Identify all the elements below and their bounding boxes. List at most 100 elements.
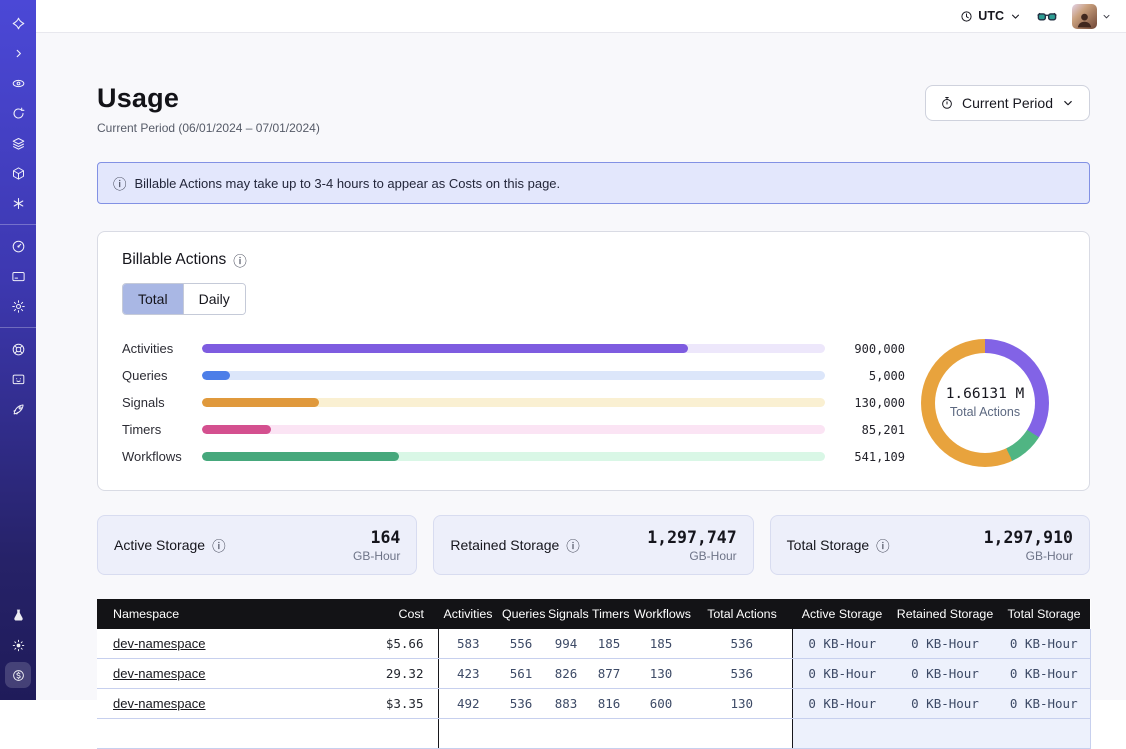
rocket-icon bbox=[11, 402, 26, 417]
sidebar-item-layers[interactable] bbox=[5, 130, 31, 156]
storage-unit: GB-Hour bbox=[353, 549, 400, 563]
sidebar-item-schedules[interactable] bbox=[5, 100, 31, 126]
total-actions-cell: 536 bbox=[692, 659, 792, 689]
sidebar-item-feedback[interactable] bbox=[5, 366, 31, 392]
bar-fill-workflows bbox=[202, 452, 399, 461]
storage-value: 1,297,910 bbox=[984, 528, 1073, 547]
asterisk-icon bbox=[11, 196, 26, 211]
bar-fill-queries bbox=[202, 371, 230, 380]
namespace-link[interactable]: dev-namespace bbox=[113, 636, 206, 651]
bar-row-queries: Queries 5,000 bbox=[122, 362, 905, 389]
storage-label-text: Retained Storage bbox=[450, 537, 559, 553]
banner-text: Billable Actions may take up to 3-4 hour… bbox=[135, 176, 561, 191]
info-icon: ⓘ bbox=[113, 173, 127, 193]
namespace-link[interactable]: dev-namespace bbox=[113, 696, 206, 711]
sidebar-item-namespaces[interactable] bbox=[5, 70, 31, 96]
bar-row-workflows: Workflows 541,109 bbox=[122, 443, 905, 470]
user-menu[interactable] bbox=[1072, 4, 1112, 29]
total-actions-donut: 1.66131 M Total Actions bbox=[921, 339, 1049, 467]
tab-total[interactable]: Total bbox=[123, 284, 183, 314]
donut-center: 1.66131 M Total Actions bbox=[935, 353, 1035, 453]
sidebar-item-usage[interactable] bbox=[5, 233, 31, 259]
credit-card-icon bbox=[11, 269, 26, 284]
billable-actions-title-text: Billable Actions bbox=[122, 251, 226, 269]
storage-cards: Active Storage ⓘ 164 GB-Hour Retained St… bbox=[97, 515, 1090, 575]
activities-cell: 423 bbox=[438, 659, 498, 689]
bar-label: Activities bbox=[122, 341, 194, 356]
sidebar-item-expand[interactable] bbox=[5, 40, 31, 66]
activities-cell: 492 bbox=[438, 689, 498, 719]
eye-icon bbox=[11, 76, 26, 91]
total-storage-card: Total Storage ⓘ 1,297,910 GB-Hour bbox=[770, 515, 1090, 575]
sidebar-item-deployments[interactable] bbox=[5, 160, 31, 186]
sidebar-item-settings[interactable] bbox=[5, 293, 31, 319]
sidebar-item-support[interactable] bbox=[5, 336, 31, 362]
workflows-cell: 130 bbox=[630, 659, 692, 689]
col-timers: Timers bbox=[588, 599, 630, 629]
total-actions-cell bbox=[692, 719, 792, 749]
period-button-label: Current Period bbox=[962, 95, 1053, 111]
retry-clock-icon bbox=[11, 106, 26, 121]
person-icon bbox=[1075, 10, 1094, 29]
bar-track bbox=[202, 344, 825, 353]
storage-label: Retained Storage ⓘ bbox=[450, 535, 579, 555]
total-storage-cell: 0 KB-Hour bbox=[998, 689, 1090, 719]
avatar bbox=[1072, 4, 1097, 29]
bar-label: Signals bbox=[122, 395, 194, 410]
sidebar-divider bbox=[0, 327, 36, 328]
workflows-cell bbox=[630, 719, 692, 749]
storage-value: 164 bbox=[353, 528, 400, 547]
gear-icon bbox=[11, 299, 26, 314]
total-storage-cell: 0 KB-Hour bbox=[998, 659, 1090, 689]
info-icon[interactable]: ⓘ bbox=[566, 535, 580, 555]
preview-glasses-icon[interactable] bbox=[1036, 8, 1058, 24]
cost-cell bbox=[343, 719, 438, 749]
info-icon[interactable]: ⓘ bbox=[876, 535, 890, 555]
lifebuoy-icon bbox=[11, 342, 26, 357]
main-content: Usage Current Period (06/01/2024 – 07/01… bbox=[36, 33, 1126, 700]
table-row: dev-namespace $3.35 492 536 883 816 600 … bbox=[97, 689, 1090, 719]
col-namespace: Namespace bbox=[97, 599, 343, 629]
bar-track bbox=[202, 425, 825, 434]
bar-fill-signals bbox=[202, 398, 319, 407]
billable-actions-title: Billable Actions ⓘ bbox=[122, 250, 1065, 270]
chevron-down-icon bbox=[1101, 11, 1112, 22]
signals-cell: 826 bbox=[544, 659, 588, 689]
bar-value: 541,109 bbox=[839, 450, 905, 464]
storage-label: Active Storage ⓘ bbox=[114, 535, 226, 555]
namespace-link[interactable]: dev-namespace bbox=[113, 666, 206, 681]
activities-cell: 583 bbox=[438, 629, 498, 659]
timers-cell: 877 bbox=[588, 659, 630, 689]
queries-cell bbox=[498, 719, 544, 749]
topbar: UTC bbox=[36, 0, 1126, 33]
sidebar-item-billing[interactable] bbox=[5, 263, 31, 289]
sidebar-item-home[interactable] bbox=[5, 10, 31, 36]
sidebar-divider bbox=[0, 224, 36, 225]
info-icon[interactable]: ⓘ bbox=[212, 535, 226, 555]
col-total-actions: Total Actions bbox=[692, 599, 792, 629]
sidebar-item-theme[interactable] bbox=[5, 632, 31, 658]
dollar-coin-icon bbox=[11, 668, 26, 683]
retained-storage-cell bbox=[892, 719, 998, 749]
bar-fill-timers bbox=[202, 425, 271, 434]
timezone-selector[interactable]: UTC bbox=[960, 9, 1022, 23]
billable-actions-card: Billable Actions ⓘ Total Daily Activitie… bbox=[97, 231, 1090, 491]
total-storage-cell bbox=[998, 719, 1090, 749]
clock-icon bbox=[960, 10, 973, 23]
total-actions-cell: 536 bbox=[692, 629, 792, 659]
info-icon[interactable]: ⓘ bbox=[233, 250, 247, 270]
sidebar-item-labs[interactable] bbox=[5, 602, 31, 628]
tab-daily[interactable]: Daily bbox=[183, 284, 245, 314]
sidebar-item-credits[interactable] bbox=[5, 662, 31, 688]
sidebar-item-getting-started[interactable] bbox=[5, 396, 31, 422]
storage-label: Total Storage ⓘ bbox=[787, 535, 890, 555]
period-selector-button[interactable]: Current Period bbox=[925, 85, 1090, 121]
timers-cell bbox=[588, 719, 630, 749]
chevron-down-icon bbox=[1009, 10, 1022, 23]
activities-cell bbox=[438, 719, 498, 749]
gauge-icon bbox=[11, 239, 26, 254]
sidebar-item-nexus[interactable] bbox=[5, 190, 31, 216]
cube-icon bbox=[11, 166, 26, 181]
col-total-storage: Total Storage bbox=[998, 599, 1090, 629]
col-active-storage: Active Storage bbox=[792, 599, 892, 629]
